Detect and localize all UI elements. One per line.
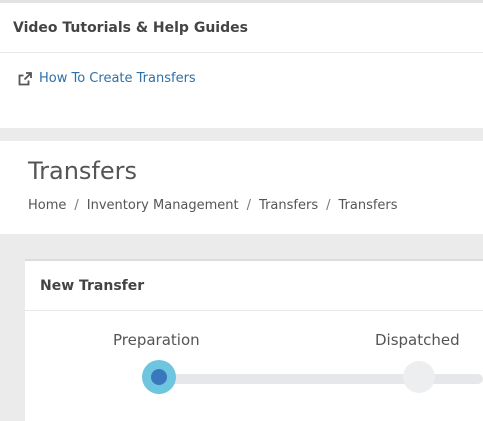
new-transfer-card: New Transfer Preparation Dispatched [25, 259, 483, 421]
breadcrumb: Home / Inventory Management / Transfers … [28, 198, 398, 213]
breadcrumb-transfers[interactable]: Transfers [259, 198, 318, 213]
breadcrumb-separator: / [74, 198, 79, 213]
help-guides-title: Video Tutorials & Help Guides [0, 3, 483, 53]
step-label-dispatched: Dispatched [375, 331, 460, 349]
breadcrumb-inventory-management[interactable]: Inventory Management [87, 198, 239, 213]
help-guides-card: Video Tutorials & Help Guides How To Cre… [0, 3, 483, 128]
page-header: Transfers Home / Inventory Management / … [0, 141, 483, 234]
breadcrumb-home[interactable]: Home [28, 198, 66, 213]
help-link-label[interactable]: How To Create Transfers [39, 71, 196, 86]
step-label-preparation: Preparation [113, 331, 200, 349]
breadcrumb-separator: / [246, 198, 252, 213]
step-marker-preparation[interactable] [142, 360, 176, 394]
step-marker-inner [151, 369, 167, 385]
new-transfer-title: New Transfer [25, 261, 483, 311]
breadcrumb-current: Transfers [338, 198, 398, 213]
breadcrumb-separator: / [326, 198, 331, 213]
page-title: Transfers [28, 157, 138, 185]
step-marker-dispatched[interactable] [403, 361, 435, 393]
external-link-icon [18, 71, 32, 86]
how-to-create-transfers-link[interactable]: How To Create Transfers [18, 71, 196, 86]
